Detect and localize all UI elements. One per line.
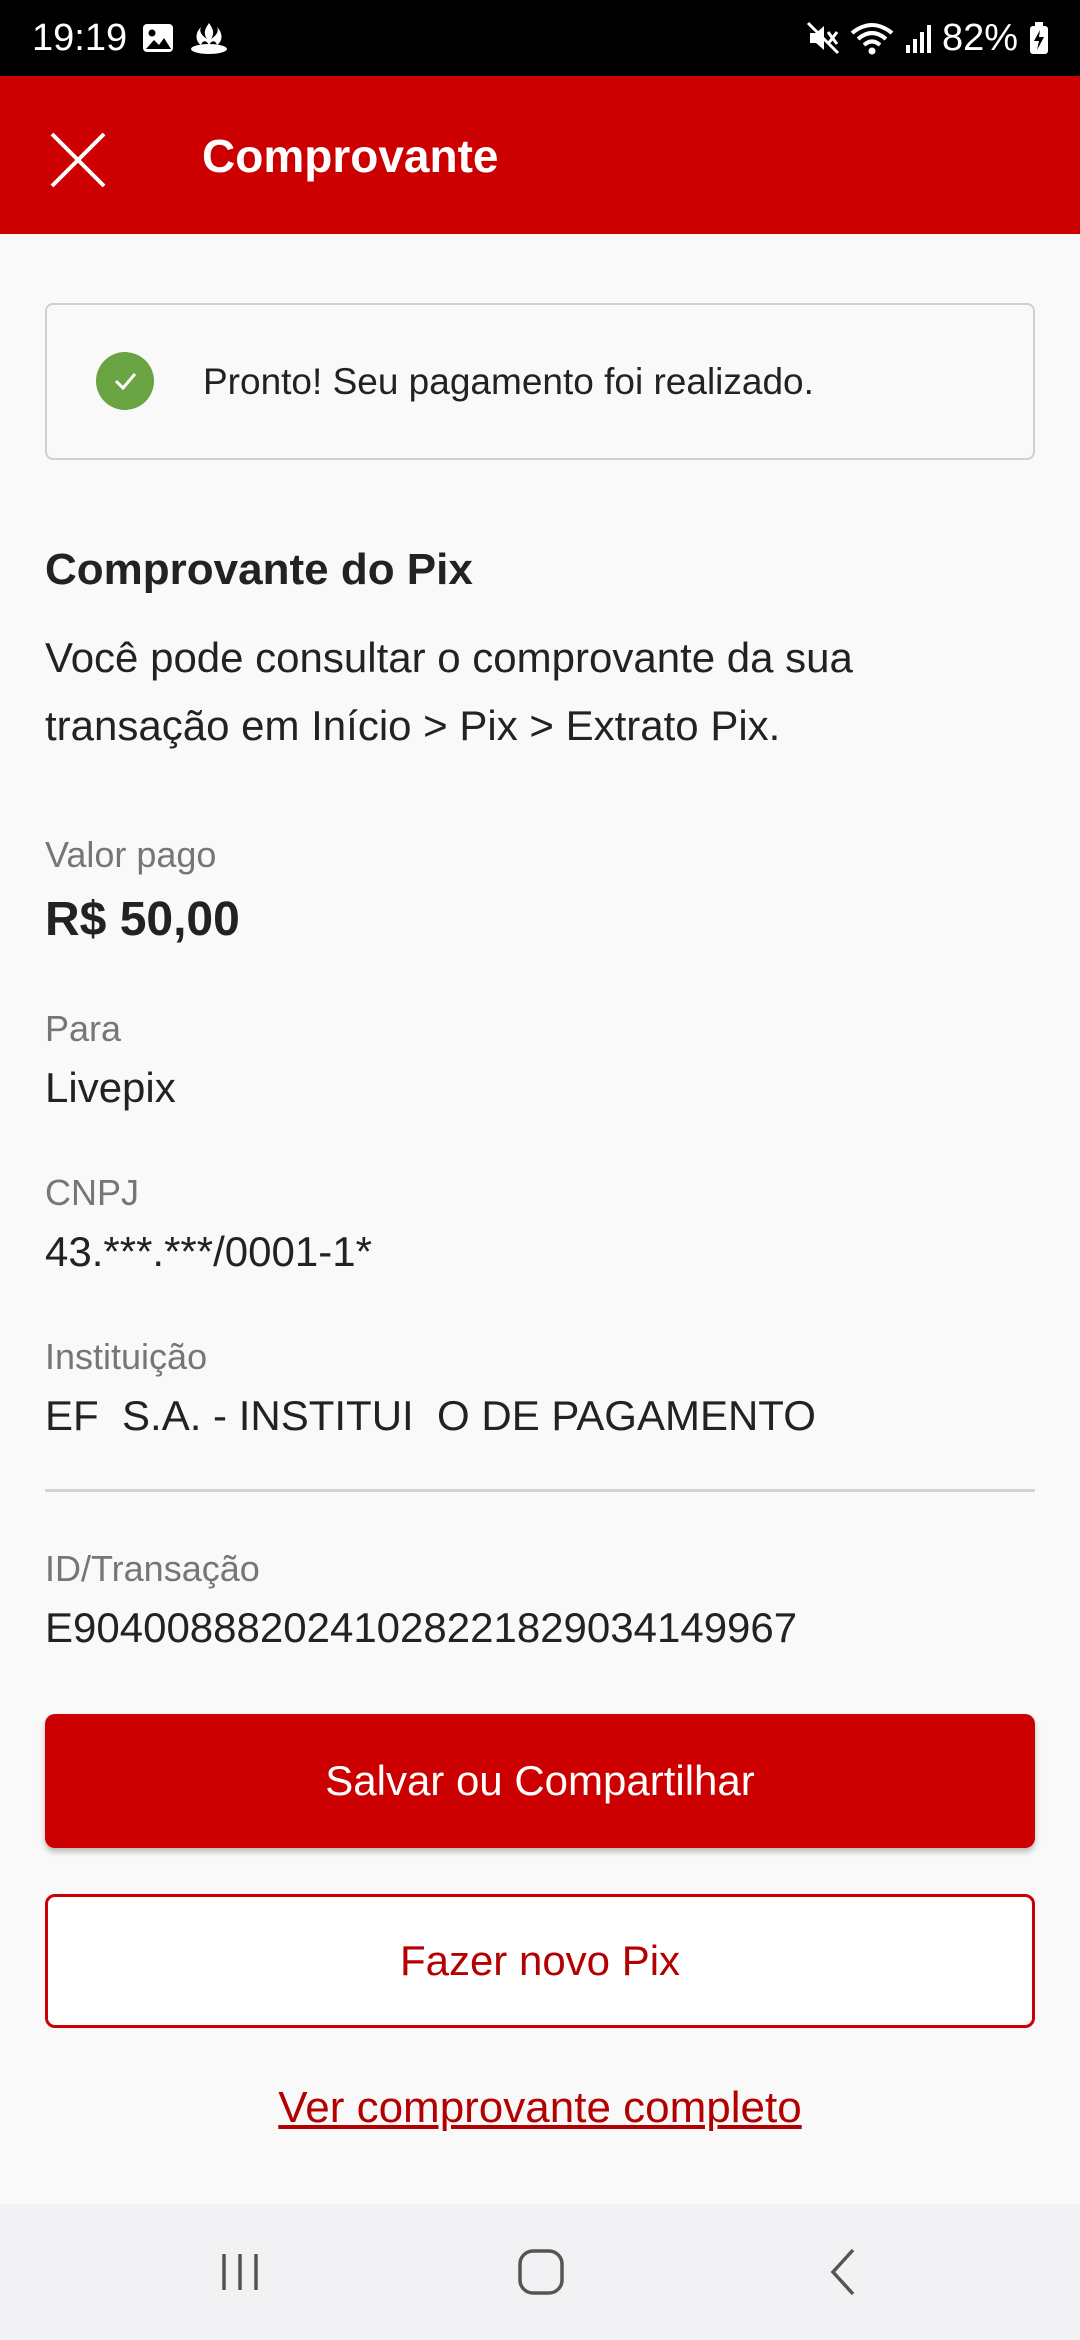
success-message: Pronto! Seu pagamento foi realizado.: [203, 361, 814, 402]
save-share-button[interactable]: Salvar ou Compartilhar: [45, 1714, 1035, 1848]
cnpj-label: CNPJ: [45, 1172, 140, 1213]
battery-charging-icon: [1028, 21, 1050, 55]
page-title: Comprovante: [202, 130, 499, 182]
recent-apps-button[interactable]: [170, 2204, 310, 2340]
amount-value: R$ 50,00: [45, 893, 240, 946]
signal-icon: [904, 21, 932, 55]
check-circle-icon: [96, 352, 154, 410]
divider: [45, 1489, 1035, 1492]
view-full-receipt-link[interactable]: Ver comprovante completo: [0, 2078, 1080, 2138]
close-icon: [50, 132, 106, 188]
home-icon: [518, 2249, 564, 2295]
close-button[interactable]: [38, 120, 118, 200]
recipient-label: Para: [45, 1008, 122, 1049]
status-time: 19:19: [32, 16, 128, 59]
app-header: Comprovante: [0, 76, 1080, 234]
receipt-description: Você pode consultar o comprovante da sua…: [45, 634, 853, 749]
mute-icon: [806, 21, 840, 55]
amount-label: Valor pago: [45, 834, 217, 875]
institution-label: Instituição: [45, 1336, 208, 1377]
system-nav-bar: [0, 2204, 1080, 2340]
transaction-id-value: E90400888202410282218290341499​67: [45, 1604, 798, 1651]
new-pix-button[interactable]: Fazer novo Pix: [45, 1894, 1035, 2028]
success-banner: Pronto! Seu pagamento foi realizado.: [45, 303, 1035, 460]
cnpj-value: 43.***.***/0001-1*: [45, 1228, 372, 1275]
back-icon: [830, 2248, 855, 2296]
recipient-value: Livepix: [45, 1064, 176, 1111]
santander-flame-icon: [189, 21, 229, 55]
wifi-icon: [850, 21, 894, 55]
home-button[interactable]: [471, 2204, 611, 2340]
status-right: 82%: [806, 17, 1050, 60]
institution-value: EF S.A. - INSTITUI O DE PAGAMENTO: [45, 1392, 816, 1439]
status-bar: 19:19 82%: [0, 0, 1080, 76]
status-left: 19:19: [32, 17, 229, 60]
transaction-id-label: ID/Transação: [45, 1548, 260, 1589]
receipt-title: Comprovante do Pix: [45, 545, 473, 594]
battery-percent: 82%: [941, 16, 1018, 59]
back-button[interactable]: [775, 2204, 915, 2340]
image-icon: [141, 21, 175, 55]
recent-apps-icon: [222, 2254, 258, 2290]
